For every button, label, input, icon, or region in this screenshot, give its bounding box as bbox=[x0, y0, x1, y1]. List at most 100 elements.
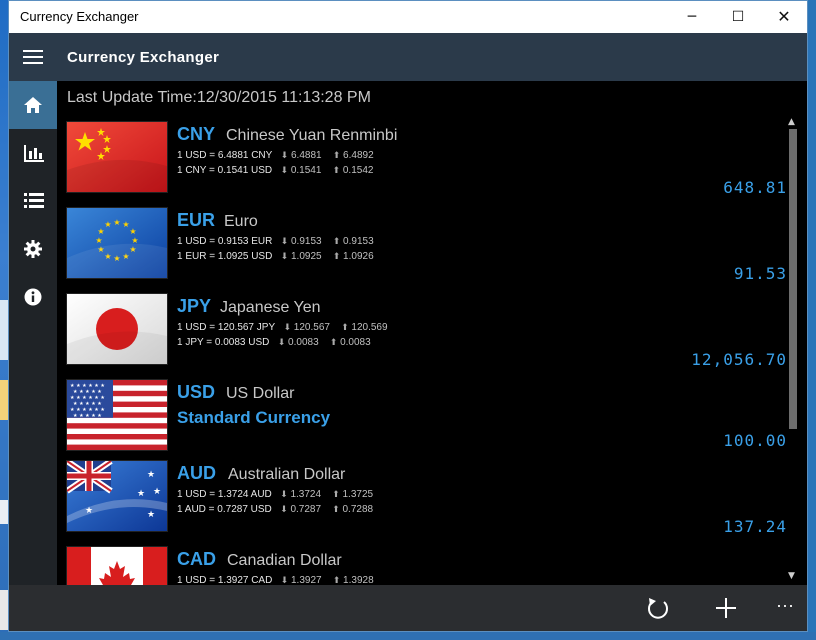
app-window: Currency Exchanger ─ ☐ ✕ Currency Exchan… bbox=[8, 0, 808, 632]
arrow-down-icon: ⬇ bbox=[280, 252, 289, 262]
currency-name: Japanese Yen bbox=[220, 299, 321, 316]
arrow-down-icon: ⬇ bbox=[277, 338, 286, 348]
arrow-up-icon: ⬆ bbox=[341, 323, 349, 333]
rate-line-1: 1 USD = 1.3724 AUD ⬇ 1.3724 ⬆ 1.3725 bbox=[177, 489, 374, 500]
app-header: Currency Exchanger bbox=[9, 33, 807, 81]
converted-amount[interactable]: 12,056.70 bbox=[691, 350, 787, 369]
rate-line-1: 1 USD = 120.567 JPY ⬇ 120.567 ⬆ 120.569 bbox=[177, 322, 388, 333]
svg-text:★ ★ ★ ★ ★: ★ ★ ★ ★ ★ bbox=[73, 413, 102, 419]
eu-flag-icon: ★ ★ ★ ★ ★ ★ ★ ★ ★ ★ ★ ★ bbox=[67, 208, 167, 278]
currency-name: Euro bbox=[224, 213, 258, 230]
svg-text:★: ★ bbox=[147, 510, 155, 520]
china-flag-icon bbox=[67, 122, 167, 192]
svg-text:★: ★ bbox=[95, 236, 102, 245]
canada-flag-icon bbox=[67, 547, 167, 585]
refresh-icon bbox=[648, 598, 668, 619]
nav-settings[interactable] bbox=[9, 225, 57, 273]
arrow-down-icon: ⬇ bbox=[280, 237, 289, 247]
refresh-button[interactable] bbox=[638, 593, 678, 623]
currency-code: CAD bbox=[177, 549, 216, 569]
currency-code: USD bbox=[177, 382, 216, 402]
nav-list[interactable] bbox=[9, 177, 57, 225]
rate-line-2: 1 EUR = 1.0925 USD ⬇ 1.0925 ⬆ 1.0926 bbox=[177, 251, 374, 262]
info-icon bbox=[24, 288, 42, 306]
nav-about[interactable] bbox=[9, 273, 57, 321]
svg-text:★: ★ bbox=[113, 218, 120, 227]
more-options-button[interactable]: ··· bbox=[765, 593, 805, 623]
svg-text:★: ★ bbox=[153, 487, 161, 497]
rate-line-1: 1 USD = 1.3927 CAD ⬇ 1.3927 ⬆ 1.3928 bbox=[177, 575, 374, 585]
currency-row-jpy[interactable]: JPY Japanese Yen 1 USD = 120.567 JPY ⬇ 1… bbox=[67, 294, 787, 374]
rate-line-1: 1 USD = 6.4881 CNY ⬇ 6.4881 ⬆ 6.4892 bbox=[177, 150, 374, 161]
svg-text:★: ★ bbox=[131, 236, 138, 245]
currency-row-cad[interactable]: CAD Canadian Dollar 1 USD = 1.3927 CAD ⬇… bbox=[67, 547, 787, 585]
converted-amount[interactable]: 91.53 bbox=[734, 264, 787, 283]
maximize-button[interactable]: ☐ bbox=[715, 1, 761, 33]
currency-code: CNY bbox=[177, 124, 216, 144]
chart-icon bbox=[24, 145, 44, 162]
home-icon bbox=[24, 97, 42, 113]
currency-list-panel: Last Update Time:12/30/2015 11:13:28 PM … bbox=[57, 81, 807, 585]
desktop-taskbar-edge bbox=[0, 632, 816, 640]
currency-name: US Dollar bbox=[226, 385, 295, 402]
arrow-up-icon: ⬆ bbox=[332, 252, 341, 262]
minimize-button[interactable]: ─ bbox=[669, 1, 715, 33]
rate-line-2: 1 JPY = 0.0083 USD ⬇ 0.0083 ⬆ 0.0083 bbox=[177, 337, 371, 348]
currency-code: AUD bbox=[177, 463, 216, 483]
australia-flag-icon: ★ ★ ★ ★ ★ bbox=[67, 461, 167, 531]
command-bar: ··· bbox=[9, 585, 807, 631]
rate-line-2: 1 AUD = 0.7287 USD ⬇ 0.7287 ⬆ 0.7288 bbox=[177, 504, 374, 515]
currency-row-eur[interactable]: ★ ★ ★ ★ ★ ★ ★ ★ ★ ★ ★ ★ EUR Euro 1 USD = 0.9153 E… bbox=[67, 208, 787, 288]
arrow-up-icon: ⬆ bbox=[332, 237, 341, 247]
title-bar: Currency Exchanger ─ ☐ ✕ bbox=[9, 1, 807, 33]
svg-text:★: ★ bbox=[104, 220, 111, 229]
currency-name: Australian Dollar bbox=[228, 466, 346, 483]
arrow-down-icon: ⬇ bbox=[280, 576, 289, 585]
scroll-down-icon[interactable]: ▼ bbox=[788, 571, 795, 581]
arrow-down-icon: ⬇ bbox=[280, 151, 289, 161]
currency-code: EUR bbox=[177, 210, 216, 230]
svg-text:★: ★ bbox=[137, 489, 145, 499]
hamburger-menu-icon[interactable] bbox=[9, 33, 57, 81]
arrow-down-icon: ⬇ bbox=[280, 166, 289, 176]
last-update-label: Last Update Time:12/30/2015 11:13:28 PM bbox=[67, 89, 371, 106]
arrow-up-icon: ⬆ bbox=[332, 490, 340, 500]
svg-text:★: ★ bbox=[147, 470, 155, 480]
currency-name: Canadian Dollar bbox=[227, 552, 342, 569]
gear-icon bbox=[24, 240, 42, 258]
arrow-up-icon: ⬆ bbox=[329, 338, 338, 348]
scrollbar-thumb[interactable] bbox=[789, 129, 797, 429]
arrow-down-icon: ⬇ bbox=[283, 323, 292, 333]
rate-line-2: 1 CNY = 0.1541 USD ⬇ 0.1541 ⬆ 0.1542 bbox=[177, 165, 374, 176]
arrow-up-icon: ⬆ bbox=[332, 166, 341, 176]
vertical-scrollbar[interactable]: ▲ ▼ bbox=[787, 117, 799, 585]
arrow-up-icon: ⬆ bbox=[332, 576, 341, 585]
list-icon bbox=[24, 193, 44, 208]
converted-amount[interactable]: 137.24 bbox=[723, 517, 787, 536]
standard-currency-label: Standard Currency bbox=[177, 408, 331, 427]
arrow-down-icon: ⬇ bbox=[280, 490, 288, 500]
add-currency-button[interactable] bbox=[706, 593, 746, 623]
rate-line-1: 1 USD = 0.9153 EUR ⬇ 0.9153 ⬆ 0.9153 bbox=[177, 236, 374, 247]
svg-text:★: ★ bbox=[129, 227, 136, 236]
japan-flag-icon bbox=[67, 294, 167, 364]
close-button[interactable]: ✕ bbox=[761, 1, 807, 33]
add-icon bbox=[716, 598, 736, 618]
app-title: Currency Exchanger bbox=[67, 49, 220, 66]
currency-code: JPY bbox=[177, 296, 212, 316]
currency-name: Chinese Yuan Renminbi bbox=[226, 127, 398, 144]
usa-flag-icon: ★ ★ ★ ★ ★ ★ ★ ★ ★ ★ ★ ★ ★ ★ ★ ★ ★ ★ ★ ★ ★ … bbox=[67, 380, 167, 450]
arrow-up-icon: ⬆ bbox=[332, 151, 341, 161]
converted-amount[interactable]: 648.81 bbox=[723, 178, 787, 197]
currency-row-usd[interactable]: ★ ★ ★ ★ ★ ★ ★ ★ ★ ★ ★ ★ ★ ★ ★ ★ ★ ★ ★ ★ ★ … bbox=[67, 380, 787, 456]
nav-chart[interactable] bbox=[9, 129, 57, 177]
converted-amount[interactable]: 100.00 bbox=[723, 431, 787, 450]
currency-row-aud[interactable]: ★ ★ ★ ★ ★ AUD Australian Dollar 1 USD = 1.37… bbox=[67, 461, 787, 541]
scroll-up-icon[interactable]: ▲ bbox=[788, 117, 795, 127]
nav-home[interactable] bbox=[9, 81, 57, 129]
currency-row-cny[interactable]: CNY Chinese Yuan Renminbi 1 USD = 6.4881… bbox=[67, 122, 787, 202]
arrow-up-icon: ⬆ bbox=[332, 505, 340, 515]
navigation-rail bbox=[9, 81, 57, 585]
arrow-down-icon: ⬇ bbox=[280, 505, 288, 515]
window-title: Currency Exchanger bbox=[20, 9, 139, 24]
